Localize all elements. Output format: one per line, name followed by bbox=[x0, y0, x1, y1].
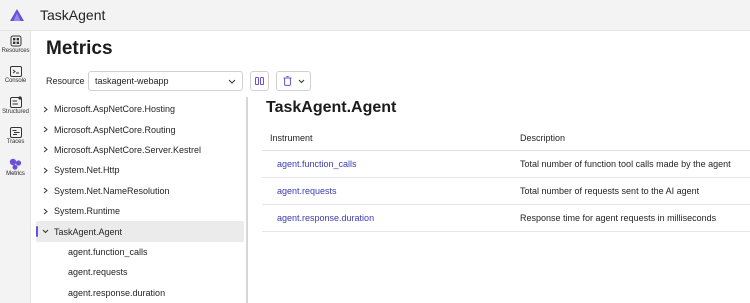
traces-icon bbox=[9, 127, 22, 138]
instrument-description: Total number of requests sent to the AI … bbox=[520, 186, 700, 196]
instrument-link[interactable]: agent.function_calls bbox=[262, 159, 520, 169]
app-title: TaskAgent bbox=[40, 7, 106, 23]
meter-tree: Microsoft.AspNetCore.Hosting Microsoft.A… bbox=[36, 99, 244, 303]
chevron-right-icon bbox=[43, 208, 48, 215]
instrument-description: Total number of function tool calls made… bbox=[520, 159, 731, 169]
tree-item[interactable]: System.Runtime bbox=[36, 201, 244, 221]
instrument-description: Response time for agent requests in mill… bbox=[520, 213, 717, 223]
chevron-down-icon bbox=[298, 79, 304, 83]
delete-icon bbox=[283, 76, 291, 86]
resources-icon bbox=[10, 35, 21, 47]
column-header-instrument: Instrument bbox=[270, 133, 313, 143]
tree-child-item[interactable]: agent.function_calls bbox=[36, 242, 244, 262]
pause-icon bbox=[255, 77, 264, 85]
chevron-right-icon bbox=[43, 126, 48, 133]
nav-rail: Resources Console Structured Traces Metr… bbox=[0, 31, 31, 303]
rail-item-metrics[interactable]: Metrics bbox=[0, 158, 31, 186]
chevron-down-icon bbox=[42, 229, 48, 234]
table-row: agent.requests Total number of requests … bbox=[262, 178, 750, 205]
instrument-link[interactable]: agent.response.duration bbox=[262, 213, 520, 223]
chevron-right-icon bbox=[43, 167, 48, 174]
resource-label: Resource bbox=[46, 76, 85, 86]
rail-item-traces[interactable]: Traces bbox=[0, 127, 31, 155]
tree-item-label: System.Net.NameResolution bbox=[54, 185, 170, 196]
chevron-right-icon bbox=[43, 106, 48, 113]
resource-select[interactable]: taskagent-webapp bbox=[88, 71, 243, 91]
pause-button[interactable] bbox=[250, 71, 269, 91]
rail-item-console[interactable]: Console bbox=[0, 66, 31, 94]
rail-label: Metrics bbox=[6, 171, 25, 177]
tree-child-item[interactable]: agent.requests bbox=[36, 262, 244, 282]
rail-item-resources[interactable]: Resources bbox=[0, 35, 31, 63]
tree-item[interactable]: Microsoft.AspNetCore.Routing bbox=[36, 119, 244, 139]
detail-title: TaskAgent.Agent bbox=[266, 99, 397, 116]
structured-icon bbox=[9, 96, 22, 108]
tree-item[interactable]: Microsoft.AspNetCore.Server.Kestrel bbox=[36, 140, 244, 160]
rail-label: Traces bbox=[6, 139, 25, 145]
resource-filter: Resource taskagent-webapp bbox=[46, 71, 311, 91]
tree-item-label: System.Net.Http bbox=[54, 165, 120, 176]
tree-item-label: Microsoft.AspNetCore.Server.Kestrel bbox=[54, 144, 202, 155]
chevron-down-icon bbox=[228, 79, 236, 84]
instruments-table: Instrument Description agent.function_ca… bbox=[262, 126, 750, 232]
rail-item-structured[interactable]: Structured bbox=[0, 96, 31, 124]
tree-item-label: Microsoft.AspNetCore.Routing bbox=[54, 124, 176, 135]
tree-item-label: Microsoft.AspNetCore.Hosting bbox=[54, 104, 176, 115]
tree-child-item[interactable]: agent.response.duration bbox=[36, 283, 244, 303]
rail-label: Structured bbox=[2, 109, 29, 115]
instrument-link[interactable]: agent.requests bbox=[262, 186, 520, 196]
column-header-description: Description bbox=[520, 133, 566, 143]
page-title: Metrics bbox=[46, 38, 113, 59]
tree-item-label: TaskAgent.Agent bbox=[54, 226, 123, 237]
aspire-logo-icon[interactable] bbox=[0, 0, 34, 31]
splitter-handle[interactable] bbox=[246, 97, 248, 303]
tree-item-label: System.Runtime bbox=[54, 206, 121, 217]
tree-item[interactable]: System.Net.NameResolution bbox=[36, 181, 244, 201]
rail-label: Resources bbox=[1, 48, 30, 54]
tree-item[interactable]: Microsoft.AspNetCore.Hosting bbox=[36, 99, 244, 119]
metrics-icon bbox=[9, 158, 22, 170]
chevron-right-icon bbox=[43, 147, 48, 153]
rail-label: Console bbox=[4, 78, 27, 84]
top-bar: TaskAgent bbox=[0, 0, 750, 31]
table-row: agent.response.duration Response time fo… bbox=[262, 205, 750, 232]
chevron-right-icon bbox=[43, 187, 48, 194]
tree-item-selected[interactable]: TaskAgent.Agent bbox=[36, 221, 244, 242]
table-header: Instrument Description bbox=[262, 126, 750, 151]
resource-select-value: taskagent-webapp bbox=[95, 76, 169, 86]
console-icon bbox=[9, 66, 22, 77]
clear-menu-button[interactable] bbox=[276, 71, 311, 91]
tree-item[interactable]: System.Net.Http bbox=[36, 160, 244, 180]
table-row: agent.function_calls Total number of fun… bbox=[262, 151, 750, 178]
